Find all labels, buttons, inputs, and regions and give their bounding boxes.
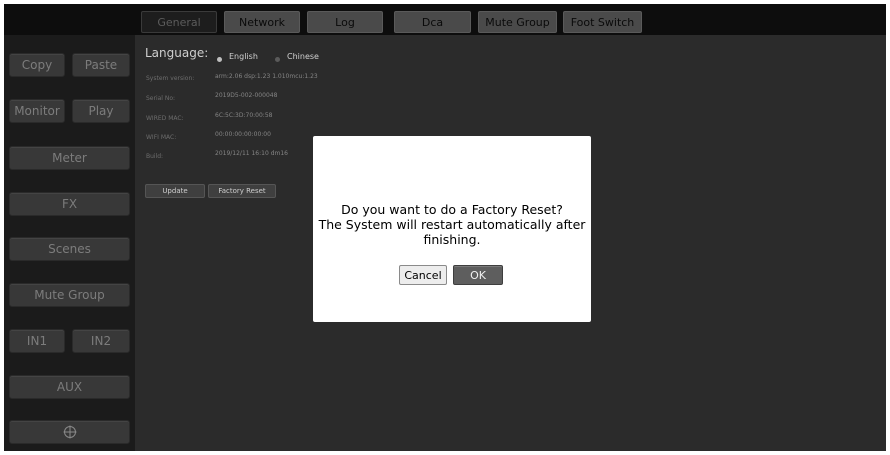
ok-button[interactable]: OK	[453, 265, 503, 285]
app-window: Copy Paste Monitor Play Meter FX Scenes …	[4, 4, 886, 451]
dialog-message-line1: Do you want to do a Factory Reset?	[341, 202, 563, 217]
dialog-message: Do you want to do a Factory Reset? The S…	[313, 202, 591, 247]
dialog-message-line2: The System will restart automatically af…	[318, 217, 586, 232]
factory-reset-dialog: Do you want to do a Factory Reset? The S…	[313, 136, 591, 322]
cancel-button[interactable]: Cancel	[399, 265, 447, 285]
modal-overlay: Do you want to do a Factory Reset? The S…	[4, 4, 886, 451]
dialog-message-line3: finishing.	[423, 232, 481, 247]
